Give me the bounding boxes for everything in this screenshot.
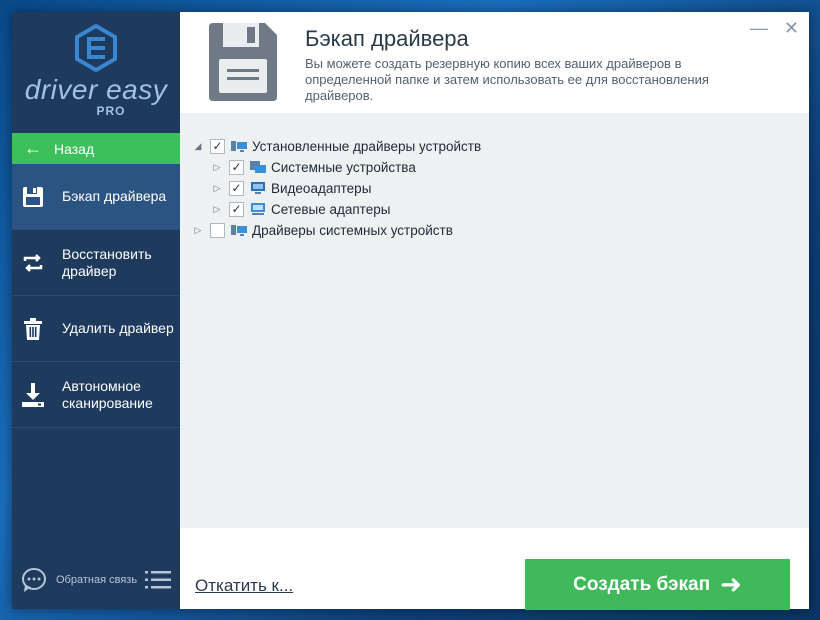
- logo-text: driver easy: [24, 74, 168, 105]
- close-icon[interactable]: ✕: [784, 18, 799, 39]
- window-controls: — ✕: [750, 18, 799, 39]
- tree-node-video-adapters[interactable]: ▷ ✓ Видеоадаптеры: [211, 178, 371, 198]
- checkbox-video-adapters[interactable]: ✓: [229, 180, 244, 196]
- tree-node-label: Установленные драйверы устройств: [252, 138, 482, 154]
- video-adapter-icon: [251, 182, 265, 194]
- tree-node-system-devices[interactable]: ▷ ✓ Системные устройства: [211, 157, 416, 177]
- floppy-disk-icon: [209, 23, 277, 101]
- page-header: Бэкап драйвера Вы можете создать резервн…: [180, 12, 809, 113]
- page-footer: Откатить к... Создать бэкап ➜: [180, 528, 809, 610]
- chat-bubble-icon: [22, 568, 46, 592]
- trash-icon: [20, 316, 46, 342]
- devices-icon: [231, 225, 247, 236]
- sidebar-item-uninstall[interactable]: Удалить драйвер: [12, 296, 180, 362]
- menu-icon[interactable]: [145, 570, 172, 590]
- restore-icon: [20, 250, 46, 276]
- rollback-link[interactable]: Откатить к...: [195, 576, 293, 596]
- back-button[interactable]: ← Назад: [12, 133, 180, 164]
- checkbox-system-devices[interactable]: ✓: [229, 159, 244, 175]
- network-adapter-icon: [251, 203, 265, 215]
- tree-node-network-adapters[interactable]: ▷ ✓ Сетевые адаптеры: [211, 199, 390, 219]
- sidebar-item-label: Удалить драйвер: [62, 320, 174, 336]
- back-label: Назад: [54, 140, 95, 157]
- sidebar-item-backup[interactable]: Бэкап драйвера: [12, 164, 180, 230]
- expand-triangle-icon[interactable]: ▷: [211, 204, 223, 215]
- feedback-link[interactable]: Обратная связь: [20, 567, 176, 593]
- app-window: driver easy PRO ← Назад Бэкап драйвера В…: [12, 12, 809, 610]
- expand-triangle-icon[interactable]: ▷: [211, 162, 223, 173]
- sidebar: driver easy PRO ← Назад Бэкап драйвера В…: [12, 12, 180, 609]
- floppy-icon: [20, 184, 46, 210]
- checkbox-network-adapters[interactable]: ✓: [229, 201, 244, 217]
- sidebar-item-offline-scan[interactable]: Автономное сканирование: [12, 362, 180, 428]
- devices-icon: [231, 141, 247, 152]
- sidebar-item-label: Восстановить драйвер: [62, 245, 152, 279]
- sidebar-item-restore[interactable]: Восстановить драйвер: [12, 230, 180, 296]
- minimize-icon[interactable]: —: [750, 18, 768, 39]
- driver-tree: ◢ ✓ Установленные драйверы устройств ▷ ✓…: [180, 113, 809, 528]
- page-description: Вы можете создать резервную копию всех в…: [305, 56, 709, 103]
- arrow-left-icon: ←: [24, 138, 42, 158]
- checkbox-system-drivers[interactable]: [210, 222, 225, 238]
- create-backup-button[interactable]: Создать бэкап ➜: [525, 559, 790, 610]
- tree-node-label: Сетевые адаптеры: [271, 201, 391, 217]
- tree-node-system-drivers[interactable]: ▷ Драйверы системных устройств: [192, 220, 453, 240]
- tree-node-label: Драйверы системных устройств: [252, 222, 453, 238]
- tree-node-label: Видеоадаптеры: [271, 180, 372, 196]
- logo-pro-badge: PRO: [96, 104, 126, 118]
- tree-node-label: Системные устройства: [271, 159, 416, 175]
- collapse-triangle-icon[interactable]: ◢: [192, 141, 204, 152]
- sidebar-item-label: Бэкап драйвера: [62, 188, 167, 204]
- download-icon: [20, 382, 46, 408]
- feedback-label: Обратная связь: [56, 574, 138, 586]
- checkbox-installed[interactable]: ✓: [210, 138, 225, 154]
- expand-triangle-icon[interactable]: ▷: [192, 225, 204, 236]
- main-panel: Бэкап драйвера Вы можете создать резервн…: [180, 12, 809, 610]
- tree-node-installed[interactable]: ◢ ✓ Установленные драйверы устройств: [192, 136, 481, 156]
- logo-mark-icon: [75, 24, 117, 72]
- system-device-icon: [250, 161, 266, 173]
- app-logo: driver easy PRO: [12, 12, 180, 133]
- page-title: Бэкап драйвера: [305, 26, 469, 51]
- create-backup-label: Создать бэкап: [573, 573, 711, 595]
- sidebar-item-label: Автономное сканирование: [62, 377, 153, 411]
- expand-triangle-icon[interactable]: ▷: [211, 183, 223, 194]
- arrow-right-icon: ➜: [720, 569, 742, 599]
